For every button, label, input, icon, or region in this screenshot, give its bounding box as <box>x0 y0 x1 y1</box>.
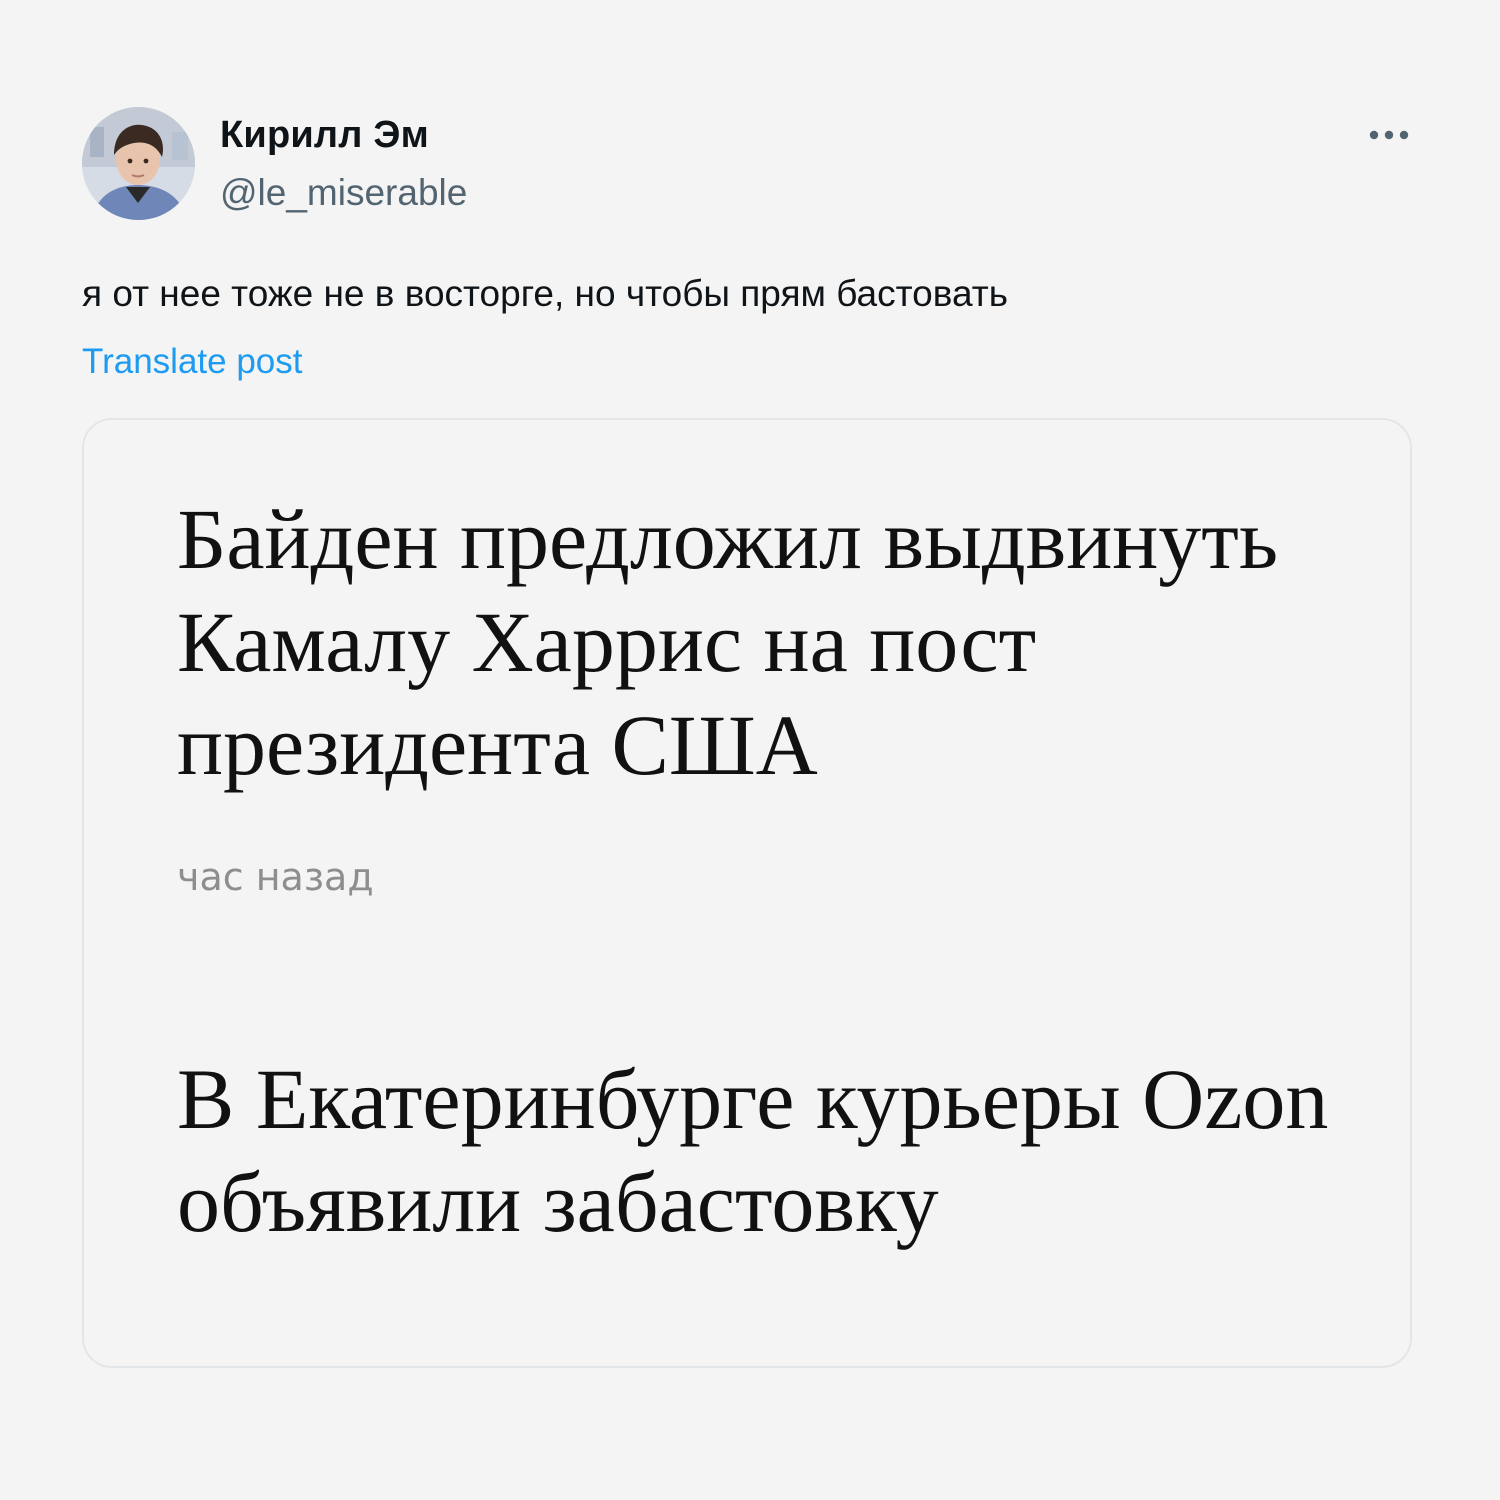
author-avatar[interactable] <box>82 107 195 220</box>
media-attachment[interactable]: Байден предложил выдвинуть Камалу Харрис… <box>82 418 1412 1368</box>
headline-line: Камалу Харрис на пост <box>177 594 1037 690</box>
author-handle[interactable]: @le_miserable <box>220 170 467 216</box>
author-display-name[interactable]: Кирилл Эм <box>220 112 429 158</box>
ellipsis-horizontal-icon <box>1369 130 1409 140</box>
headline-line: президента США <box>177 697 818 793</box>
news-headline-ozon: В Екатеринбурге курьеры Ozon объявили за… <box>177 1048 1357 1254</box>
post-text: я от нее тоже не в восторге, но чтобы пр… <box>82 273 1008 314</box>
user-avatar-photo <box>82 107 195 220</box>
news-timestamp: час назад <box>177 855 374 899</box>
more-options-button[interactable] <box>1362 112 1418 158</box>
headline-line: В Екатеринбурге курьеры Ozon <box>177 1051 1329 1147</box>
news-headline-biden: Байден предложил выдвинуть Камалу Харрис… <box>177 488 1337 797</box>
headline-line: Байден предложил выдвинуть <box>177 491 1279 587</box>
headline-line: объявили забастовку <box>177 1154 939 1250</box>
translate-post-link[interactable]: Translate post <box>82 338 302 386</box>
